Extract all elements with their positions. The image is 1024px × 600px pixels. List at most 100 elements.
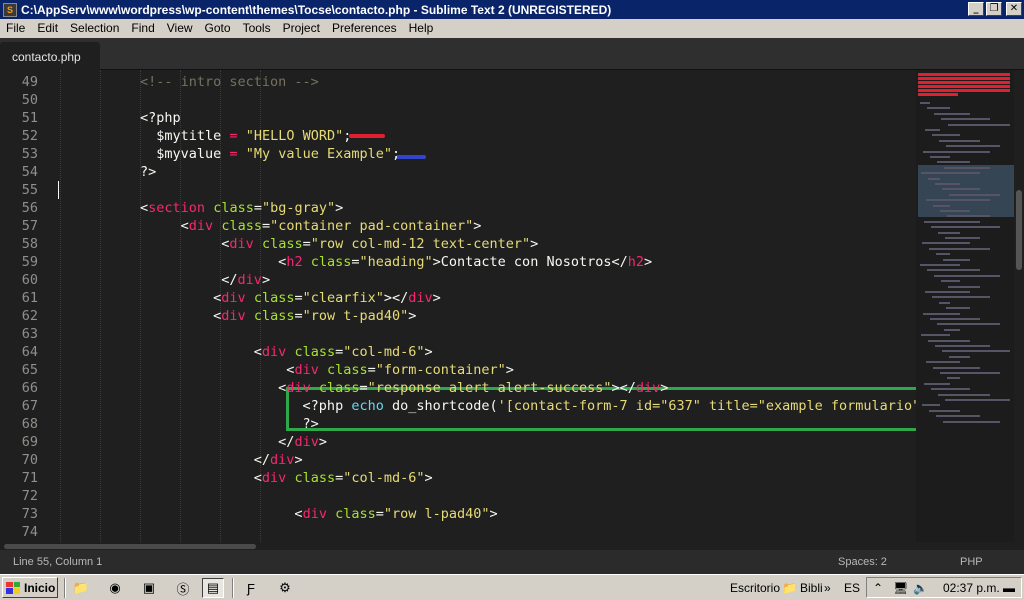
menu-edit[interactable]: Edit — [31, 19, 64, 38]
restore-button[interactable]: ❐ — [986, 2, 1002, 16]
minimap[interactable] — [916, 70, 1014, 542]
code-token: <!-- intro section --> — [140, 74, 319, 90]
code-token: < — [140, 506, 303, 522]
minimap-line — [930, 318, 980, 320]
tool-icon[interactable]: ⚙ — [274, 578, 296, 598]
clock[interactable]: 02:37 p.m. — [943, 581, 1000, 595]
code-line[interactable]: <section class="bg-gray"> — [140, 199, 343, 217]
code-line[interactable]: <?php echo do_shortcode('[contact-form-7… — [140, 397, 916, 415]
code-token: = — [335, 470, 344, 486]
menu-project[interactable]: Project — [277, 19, 326, 38]
code-line[interactable]: <div class="row l-pad40"> — [140, 505, 497, 523]
code-token: ; — [343, 128, 352, 144]
code-line[interactable]: <div class="response alert alert-success… — [140, 379, 668, 397]
minimap-line — [940, 372, 1000, 374]
horizontal-scroll-thumb[interactable] — [4, 544, 256, 549]
tab-contacto-php[interactable]: contacto.php — [0, 42, 100, 70]
code-line[interactable]: <div class="form-container"> — [140, 361, 514, 379]
code-token: > — [432, 290, 441, 306]
code-line[interactable]: <?php — [140, 109, 181, 127]
code-line[interactable]: $mytitle = "HELLO WORD"; — [140, 127, 351, 145]
menu-file[interactable]: File — [0, 19, 31, 38]
menu-tools[interactable]: Tools — [237, 19, 277, 38]
chrome-icon[interactable]: ◉ — [104, 578, 126, 598]
filezilla-icon[interactable]: Ƒ — [240, 578, 262, 598]
minimap-line — [940, 210, 970, 212]
code-line[interactable]: ?> — [140, 163, 156, 181]
notification-icon[interactable]: ▬ — [1003, 581, 1015, 595]
toolbar-expand-icon[interactable]: » — [824, 581, 831, 595]
code-line[interactable]: <div class="row t-pad40"> — [140, 307, 416, 325]
code-line[interactable]: ?> — [140, 415, 319, 433]
menu-find[interactable]: Find — [125, 19, 160, 38]
code-token: <?php — [140, 398, 352, 414]
line-number: 51 — [21, 110, 38, 126]
menu-selection[interactable]: Selection — [64, 19, 125, 38]
code-line[interactable]: <div class="col-md-6"> — [140, 469, 433, 487]
minimap-line — [920, 102, 930, 104]
code-line[interactable]: <div class="col-md-6"> — [140, 343, 433, 361]
code-token: = — [294, 290, 303, 306]
code-token: div — [635, 380, 661, 396]
minimap-line — [946, 307, 970, 310]
code-token: div — [237, 272, 262, 288]
sublime-icon[interactable]: ▤ — [202, 578, 224, 598]
code-token: = — [302, 236, 311, 252]
minimap-line — [945, 399, 1010, 401]
syntax-selector[interactable]: PHP — [960, 556, 983, 568]
line-number: 60 — [21, 272, 38, 288]
minimap-line — [949, 193, 1000, 196]
minimap-line — [943, 258, 970, 261]
indentation-setting[interactable]: Spaces: 2 — [838, 556, 887, 568]
code-token: < — [140, 254, 287, 270]
line-number: 58 — [21, 236, 38, 252]
status-bar: Line 55, Column 1 Spaces: 2 PHP — [0, 550, 1024, 574]
tray-app-icon[interactable]: 🖥 — [893, 581, 908, 595]
close-button[interactable]: ✕ — [1006, 2, 1022, 16]
line-number: 63 — [21, 326, 38, 342]
code-line[interactable]: $myvalue = "My value Example"; — [140, 145, 400, 163]
code-editor[interactable]: 49 50 51 52 53 54 55 56 57 58 59 60 61 62 63 64 65 66 67 68… — [0, 70, 916, 542]
library-toolbar-label[interactable]: Bibli — [800, 581, 823, 595]
code-line[interactable]: <div class="clearfix"></div> — [140, 289, 441, 307]
vertical-scrollbar[interactable] — [1014, 70, 1024, 542]
code-area[interactable]: <!-- intro section --> <?php $mytitle = "… — [58, 70, 916, 542]
start-button[interactable]: Inicio — [2, 577, 58, 598]
code-token: "heading" — [359, 254, 433, 270]
volume-icon[interactable]: 🔈 — [913, 581, 928, 595]
vertical-scroll-thumb[interactable] — [1016, 190, 1022, 270]
minimap-line — [927, 269, 980, 272]
tray-expand-icon[interactable]: ⌃ — [873, 581, 883, 595]
network-icon[interactable]: ▣ — [138, 578, 160, 598]
code-token: = — [375, 506, 384, 522]
horizontal-scrollbar[interactable] — [0, 542, 1024, 550]
code-line[interactable]: <!-- intro section --> — [140, 73, 319, 91]
minimap-line — [945, 237, 980, 239]
code-line[interactable]: </div> — [140, 451, 303, 469]
code-line[interactable]: <div class="row col-md-12 text-center"> — [140, 235, 538, 253]
line-number: 69 — [21, 434, 38, 450]
minimize-button[interactable]: _ — [968, 2, 984, 16]
code-token: > — [505, 362, 514, 378]
folder-icon[interactable]: 📁 — [70, 578, 92, 598]
menu-goto[interactable]: Goto — [199, 19, 237, 38]
minimap-line — [925, 291, 970, 293]
menu-view[interactable]: View — [161, 19, 199, 38]
menu-help[interactable]: Help — [403, 19, 440, 38]
system-tray: ⌃ 🖥 🔈 02:37 p.m. ▬ — [866, 577, 1022, 598]
code-token: = — [294, 308, 303, 324]
menu-preferences[interactable]: Preferences — [326, 19, 403, 38]
code-line[interactable]: </div> — [140, 433, 327, 451]
code-line[interactable]: <h2 class="heading">Contacte con Nosotro… — [140, 253, 652, 271]
skype-icon[interactable]: Ⓢ — [172, 578, 194, 598]
code-line[interactable]: </div> — [140, 271, 270, 289]
window-title-bar: S C:\AppServ\www\wordpress\wp-content\th… — [0, 0, 1024, 19]
library-icon[interactable]: 📁 — [782, 581, 797, 595]
desktop-toolbar-label[interactable]: Escritorio — [730, 581, 780, 595]
language-indicator[interactable]: ES — [844, 581, 860, 595]
minimap-line — [946, 145, 1000, 148]
code-line[interactable]: <div class="container pad-container"> — [140, 217, 482, 235]
